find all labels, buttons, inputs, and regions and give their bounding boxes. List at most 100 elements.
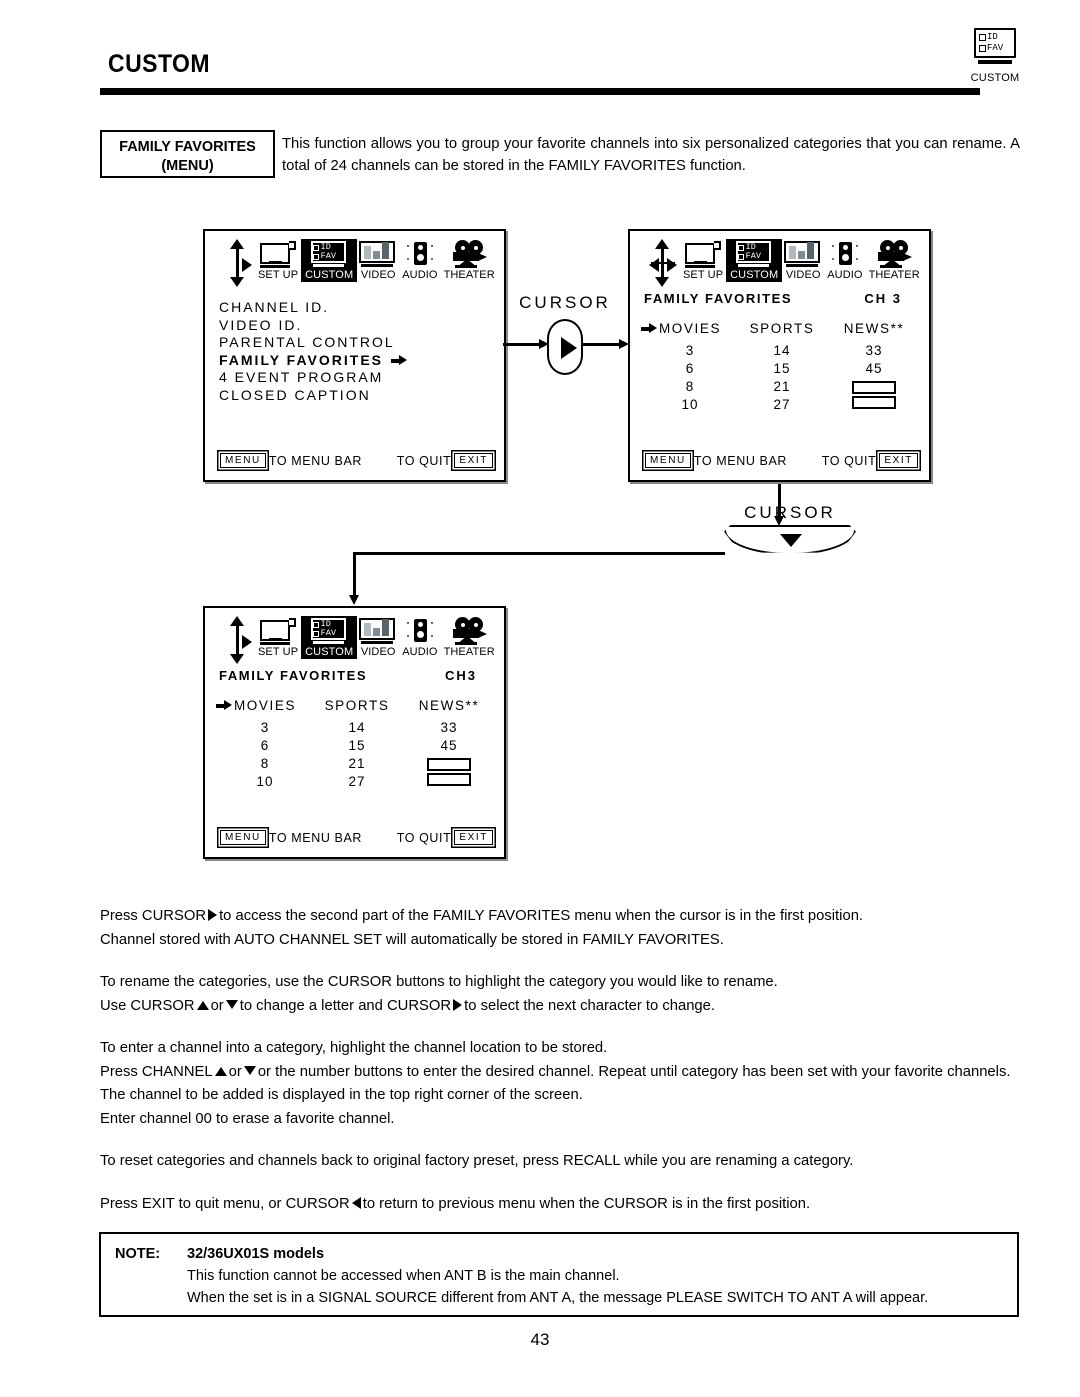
menu-bar-label-custom: CUSTOM <box>730 269 779 281</box>
category-cursor-arrow-icon <box>641 323 657 334</box>
cursor-arrows-four-way-icon <box>648 239 678 287</box>
category-name[interactable]: MOVIES <box>644 321 736 336</box>
movie-projector-icon <box>441 616 498 646</box>
menu-bar-item-custom[interactable]: ID FAV CUSTOM <box>301 616 358 659</box>
channel-slot[interactable]: 27 <box>736 396 828 414</box>
menu-bar-item-setup[interactable]: SET UP <box>255 239 301 282</box>
intro-paragraph: This function allows you to group your f… <box>282 136 1020 174</box>
menu-item-channel-id[interactable]: CHANNEL ID. <box>219 299 407 317</box>
channel-slot[interactable]: 27 <box>311 773 403 791</box>
menu-bar-label-theater: THEATER <box>443 646 495 658</box>
menu-footer-text: TO MENU BAR <box>268 830 363 845</box>
category-name[interactable]: NEWS** <box>403 698 495 713</box>
cursor-down-button-icon[interactable] <box>724 525 856 555</box>
channel-slot[interactable]: 21 <box>736 378 828 396</box>
instruction-line: Enter channel 00 to erase a favorite cha… <box>100 1110 395 1127</box>
flow-line-horizontal-to-screen3 <box>353 552 725 555</box>
exit-key-button[interactable]: EXIT <box>879 453 918 468</box>
channel-slot[interactable]: 3 <box>219 719 311 737</box>
instruction-line: To rename the categories, use the CURSOR… <box>100 974 778 990</box>
menu-key-button[interactable]: MENU <box>220 830 266 845</box>
menu-bar-label-audio: AUDIO <box>402 646 438 658</box>
empty-channel-slot[interactable] <box>852 380 896 394</box>
menu-key-button[interactable]: MENU <box>645 453 691 468</box>
favorites-column-sports: SPORTS 14 15 21 27 <box>736 321 828 414</box>
channel-slot[interactable]: 10 <box>644 396 736 414</box>
right-arrow-icon <box>391 355 407 366</box>
quit-footer-text: TO QUIT <box>821 453 877 468</box>
instruction-line: Channel stored with AUTO CHANNEL SET wil… <box>100 931 724 948</box>
menu-bar-item-video[interactable]: VIDEO <box>782 239 824 282</box>
speaker-icon <box>399 239 440 269</box>
favorites-column-news: NEWS** 33 45 <box>828 321 920 414</box>
channel-slot[interactable]: 3 <box>644 342 736 360</box>
menu-bar-item-video[interactable]: VIDEO <box>357 239 399 282</box>
exit-key-button[interactable]: EXIT <box>454 830 493 845</box>
menu-bar-items: SET UP ID FAV CUSTOM VIDEO AUDIO THEATER <box>255 616 498 659</box>
channel-slot[interactable]: 45 <box>828 360 920 378</box>
instruction-text: Press CURSOR <box>100 908 207 924</box>
menu-key-button[interactable]: MENU <box>220 453 266 468</box>
instruction-text: or <box>210 997 224 1014</box>
channel-slot[interactable]: 33 <box>403 719 495 737</box>
channel-slot[interactable]: 45 <box>403 737 495 755</box>
intro-label-line1: FAMILY FAVORITES <box>119 139 256 155</box>
flow-arrow-out-of-cursor <box>583 339 629 350</box>
category-name[interactable]: SPORTS <box>311 698 403 713</box>
favorites-title: FAMILY FAVORITES <box>219 668 368 683</box>
channel-slot[interactable]: 6 <box>644 360 736 378</box>
channel-slot[interactable]: 10 <box>219 773 311 791</box>
menu-bar-item-theater[interactable]: THEATER <box>441 616 498 659</box>
menu-bar-item-custom[interactable]: ID FAV CUSTOM <box>301 239 358 282</box>
menu-bar-item-setup[interactable]: SET UP <box>255 616 301 659</box>
channel-slot[interactable]: 14 <box>736 342 828 360</box>
note-models: 32/36UX01S models <box>187 1246 325 1262</box>
menu-bar-item-setup[interactable]: SET UP <box>680 239 726 282</box>
menu-bar-item-audio[interactable]: AUDIO <box>824 239 865 282</box>
channel-slot[interactable]: 21 <box>311 755 403 773</box>
menu-footer-text: TO MENU BAR <box>693 453 788 468</box>
menu-bar-item-custom[interactable]: ID FAV CUSTOM <box>726 239 783 282</box>
osd-menu-bar: SET UP ID FAV CUSTOM VIDEO AUDIO THEATER <box>215 616 498 668</box>
menu-item-parental-control[interactable]: PARENTAL CONTROL <box>219 334 407 352</box>
category-name[interactable]: MOVIES <box>219 698 311 713</box>
channel-slot[interactable]: 8 <box>219 755 311 773</box>
flow-diagram: SET UP ID FAV CUSTOM VIDEO AUDIO THEATER… <box>0 225 1080 885</box>
custom-menu-screen: SET UP ID FAV CUSTOM VIDEO AUDIO THEATER… <box>203 229 506 482</box>
category-name[interactable]: NEWS** <box>828 321 920 336</box>
family-favorites-screen-3: SET UP ID FAV CUSTOM VIDEO AUDIO THEATER… <box>203 606 506 859</box>
menu-bar-label-video: VIDEO <box>360 646 396 658</box>
menu-item-closed-caption[interactable]: CLOSED CAPTION <box>219 387 407 405</box>
menu-item-family-favorites[interactable]: FAMILY FAVORITES <box>219 352 407 370</box>
tv-setup-icon <box>255 616 301 646</box>
category-name[interactable]: SPORTS <box>736 321 828 336</box>
cursor-down-triangle-icon <box>225 999 238 1009</box>
icon-fav-text: FAV <box>987 43 1004 53</box>
instructions-section: Press CURSOR to access the second part of… <box>100 905 1025 1216</box>
menu-bar-item-audio[interactable]: AUDIO <box>399 616 440 659</box>
menu-item-4-event-program[interactable]: 4 EVENT PROGRAM <box>219 369 407 387</box>
menu-bar-label-theater: THEATER <box>868 269 920 281</box>
menu-item-label: PARENTAL CONTROL <box>219 334 395 350</box>
channel-slot[interactable]: 33 <box>828 342 920 360</box>
empty-channel-slot[interactable] <box>852 396 896 409</box>
empty-channel-slot[interactable] <box>427 773 471 786</box>
note-line-2: When the set is in a SIGNAL SOURCE diffe… <box>187 1290 929 1306</box>
cursor-up-triangle-icon <box>196 1000 209 1010</box>
cursor-right-button-icon[interactable] <box>547 319 583 375</box>
exit-key-button[interactable]: EXIT <box>454 453 493 468</box>
empty-channel-slot[interactable] <box>427 757 471 771</box>
menu-bar-item-theater[interactable]: THEATER <box>441 239 498 282</box>
menu-bar-item-theater[interactable]: THEATER <box>866 239 923 282</box>
menu-bar-item-video[interactable]: VIDEO <box>357 616 399 659</box>
instruction-line: Use CURSOR or to change a letter and CURSO… <box>100 995 1025 1019</box>
channel-slot[interactable]: 15 <box>736 360 828 378</box>
speaker-icon <box>399 616 440 646</box>
menu-item-video-id[interactable]: VIDEO ID. <box>219 317 407 335</box>
channel-slot[interactable]: 14 <box>311 719 403 737</box>
menu-bar-item-audio[interactable]: AUDIO <box>399 239 440 282</box>
channel-slot[interactable]: 15 <box>311 737 403 755</box>
channel-slot[interactable]: 8 <box>644 378 736 396</box>
header-custom-icon-group: ID FAV CUSTOM <box>955 28 1035 84</box>
channel-slot[interactable]: 6 <box>219 737 311 755</box>
